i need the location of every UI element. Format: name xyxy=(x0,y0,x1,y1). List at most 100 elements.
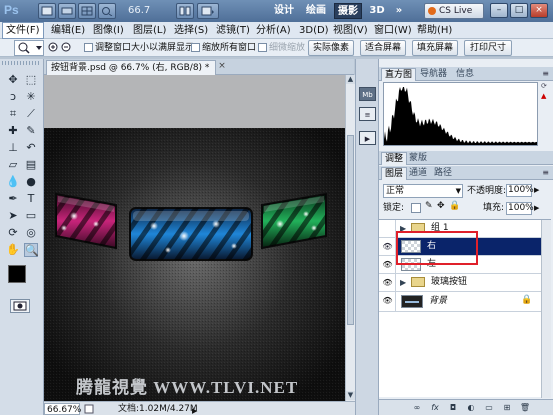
workspace-3d[interactable]: 3D xyxy=(366,3,388,19)
move-tool-icon[interactable]: ✥ xyxy=(6,73,20,87)
add-mask-icon[interactable]: ◘ xyxy=(447,402,459,413)
document-canvas[interactable] xyxy=(44,128,345,413)
tab-layers[interactable]: 图层 xyxy=(381,167,408,180)
close-button[interactable]: × xyxy=(530,3,548,18)
tab-adjustments[interactable]: 调整 xyxy=(381,152,408,165)
print-size-button[interactable]: 打印尺寸 xyxy=(464,40,512,56)
visibility-toggle[interactable]: 👁 xyxy=(379,292,396,311)
lock-position-icon[interactable]: ✥ xyxy=(437,201,445,211)
document-tab[interactable]: 按钮背景.psd @ 66.7% (右, RGB/8) * xyxy=(46,60,216,75)
mini-bridge-panel-icon[interactable]: Mb xyxy=(359,87,376,101)
zoom-in-icon[interactable] xyxy=(48,42,59,53)
tab-channels[interactable]: 通道 xyxy=(406,167,430,180)
shape-tool-icon[interactable]: ▭ xyxy=(24,209,38,223)
history-brush-tool-icon[interactable]: ↶ xyxy=(24,141,38,155)
more-workspaces-button[interactable]: » xyxy=(392,3,406,19)
menu-file[interactable]: 文件(F) xyxy=(2,22,44,39)
eyedropper-tool-icon[interactable]: ⟋ xyxy=(24,107,38,121)
opacity-slider-icon[interactable]: ▶ xyxy=(534,186,539,194)
cs-live-button[interactable]: CS Live xyxy=(424,3,484,19)
layer-row-glass-buttons[interactable]: 👁 ▶ 玻璃按钮 xyxy=(379,274,541,292)
menu-image[interactable]: 图像(I) xyxy=(90,22,127,39)
tab-histogram[interactable]: 直方图 xyxy=(381,68,417,81)
screen-mode-button[interactable] xyxy=(197,3,219,19)
layer-style-icon[interactable]: fx xyxy=(429,402,441,413)
quick-selection-tool-icon[interactable]: ✳ xyxy=(24,90,38,104)
visibility-toggle[interactable]: 👁 xyxy=(379,238,396,255)
quick-mask-button[interactable] xyxy=(10,299,30,313)
fill-screen-button[interactable]: 填充屏幕 xyxy=(412,40,458,56)
status-preview-icon[interactable] xyxy=(84,404,94,414)
gradient-tool-icon[interactable]: ▤ xyxy=(24,158,38,172)
center-glass-button[interactable] xyxy=(129,207,253,261)
menu-filter[interactable]: 滤镜(T) xyxy=(213,22,253,39)
opacity-input[interactable]: 100% xyxy=(506,184,534,197)
menu-analysis[interactable]: 分析(A) xyxy=(253,22,294,39)
workspace-design[interactable]: 设计 xyxy=(270,3,298,19)
link-layers-icon[interactable]: ∞ xyxy=(411,402,423,413)
zoom-level-readout[interactable]: 66.7 xyxy=(128,3,176,19)
blur-tool-icon[interactable]: 💧 xyxy=(6,175,20,189)
new-group-icon[interactable]: ▭ xyxy=(483,402,495,413)
restore-button[interactable]: □ xyxy=(510,3,528,18)
path-selection-tool-icon[interactable]: ➤ xyxy=(6,209,20,223)
brush-tool-icon[interactable]: ✎ xyxy=(24,124,38,138)
marquee-tool-icon[interactable]: ⬚ xyxy=(24,73,38,87)
delete-layer-icon[interactable]: 🗑 xyxy=(519,402,531,413)
tools-grip[interactable] xyxy=(2,61,40,65)
lock-all-icon[interactable]: 🔒 xyxy=(449,201,460,211)
menu-3d[interactable]: 3D(D) xyxy=(296,22,332,39)
crop-tool-icon[interactable]: ⌗ xyxy=(6,107,20,121)
zoom-tool-icon[interactable]: 🔍 xyxy=(24,243,39,257)
grid-view-button[interactable] xyxy=(78,3,96,19)
document-close-icon[interactable]: × xyxy=(217,62,227,72)
lock-transparency-checkbox[interactable] xyxy=(411,203,421,213)
lasso-tool-icon[interactable]: ↄ xyxy=(6,90,20,104)
tab-masks[interactable]: 蒙版 xyxy=(406,152,430,165)
layer-name[interactable]: 玻璃按钮 xyxy=(431,276,467,289)
canvas-vertical-scrollbar[interactable]: ▲ ▼ xyxy=(345,75,355,401)
lock-image-icon[interactable]: ✎ xyxy=(425,201,433,211)
canvas-area[interactable]: 腾龍視覺 WWW.TLVI.NET xyxy=(44,75,345,413)
menu-window[interactable]: 窗口(W) xyxy=(371,22,415,39)
hand-zoom-button[interactable] xyxy=(98,3,116,19)
tab-paths[interactable]: 路径 xyxy=(431,167,455,180)
type-tool-icon[interactable]: T xyxy=(24,192,38,206)
arrange-docs-button[interactable] xyxy=(176,3,194,19)
dodge-tool-icon[interactable]: ● xyxy=(24,175,38,189)
pen-tool-icon[interactable]: ✒ xyxy=(6,192,20,206)
scroll-down-icon[interactable]: ▼ xyxy=(346,391,355,400)
tab-navigator[interactable]: 导航器 xyxy=(417,68,450,81)
layer-name[interactable]: 背景 xyxy=(429,295,447,308)
layers-scrollbar[interactable] xyxy=(541,220,551,398)
menu-select[interactable]: 选择(S) xyxy=(171,22,211,39)
status-menu-icon[interactable]: ▶ xyxy=(192,405,197,415)
fit-screen-button[interactable]: 适合屏幕 xyxy=(360,40,406,56)
resize-windows-checkbox[interactable] xyxy=(84,43,93,52)
3d-orbit-tool-icon[interactable]: ◎ xyxy=(24,226,38,240)
scrubby-zoom-checkbox[interactable] xyxy=(258,43,267,52)
clone-stamp-tool-icon[interactable]: ⊥ xyxy=(6,141,20,155)
blend-mode-select[interactable]: 正常 ▼ xyxy=(383,184,463,198)
layer-row-background[interactable]: 👁 背景 🔒 xyxy=(379,292,541,312)
adjustment-layer-icon[interactable]: ◐ xyxy=(465,402,477,413)
tab-info[interactable]: 信息 xyxy=(453,68,477,81)
document-size-info[interactable]: 文档:1.02M/4.27M xyxy=(118,403,198,415)
actual-pixels-button[interactable]: 实际像素 xyxy=(308,40,354,56)
fill-slider-icon[interactable]: ▶ xyxy=(534,204,539,212)
actions-panel-icon[interactable]: ▶ xyxy=(359,131,376,145)
history-panel-icon[interactable]: ≡ xyxy=(359,107,376,121)
visibility-toggle[interactable]: 👁 xyxy=(379,256,396,273)
eraser-tool-icon[interactable]: ▱ xyxy=(6,158,20,172)
status-zoom-field[interactable]: 66.67% xyxy=(44,403,81,415)
expand-triangle-icon[interactable]: ▶ xyxy=(400,277,406,288)
layers-panel-menu-icon[interactable]: ≡ xyxy=(542,168,549,177)
tool-preset-picker[interactable] xyxy=(14,40,44,56)
menu-edit[interactable]: 编辑(E) xyxy=(48,22,88,39)
menu-layer[interactable]: 图层(L) xyxy=(130,22,169,39)
hand-tool-icon[interactable]: ✋ xyxy=(6,243,20,257)
histogram-warning-icon[interactable]: ▲ xyxy=(541,92,551,100)
new-layer-icon[interactable]: ⊞ xyxy=(501,402,513,413)
3d-rotate-tool-icon[interactable]: ⟳ xyxy=(6,226,20,240)
visibility-toggle[interactable]: 👁 xyxy=(379,274,396,291)
